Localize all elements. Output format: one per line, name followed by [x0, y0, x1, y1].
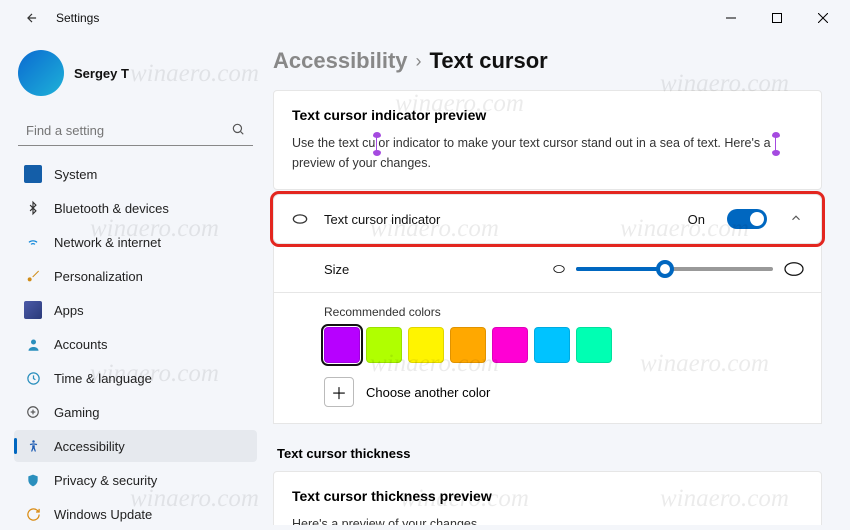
sidebar-item-accounts[interactable]: Accounts — [14, 328, 257, 360]
sidebar-item-accessibility[interactable]: Accessibility — [14, 430, 257, 462]
sidebar-item-personalization[interactable]: Personalization — [14, 260, 257, 292]
color-swatch-2[interactable] — [408, 327, 444, 363]
chevron-right-icon: › — [416, 51, 422, 72]
color-swatch-1[interactable] — [366, 327, 402, 363]
bluetooth-icon — [24, 199, 42, 217]
sidebar-item-gaming[interactable]: Gaming — [14, 396, 257, 428]
profile-block[interactable]: Sergey T — [14, 44, 257, 110]
search-icon — [231, 122, 245, 139]
color-swatch-5[interactable] — [534, 327, 570, 363]
sidebar-item-label: Time & language — [54, 371, 152, 386]
shield-icon — [24, 471, 42, 489]
text-cursor-indicator-icon — [775, 137, 776, 151]
apps-icon — [24, 301, 42, 319]
size-slider[interactable] — [576, 267, 773, 271]
thickness-heading: Text cursor thickness — [273, 424, 822, 471]
minimize-button[interactable] — [708, 2, 754, 34]
sidebar-item-label: Personalization — [54, 269, 143, 284]
accessibility-icon — [24, 437, 42, 455]
update-icon — [24, 505, 42, 523]
sidebar-item-privacy[interactable]: Privacy & security — [14, 464, 257, 496]
toggle-state-label: On — [688, 212, 705, 227]
sidebar-item-apps[interactable]: Apps — [14, 294, 257, 326]
size-small-icon — [552, 263, 566, 275]
recommended-colors-label: Recommended colors — [324, 305, 805, 319]
sidebar-item-system[interactable]: System — [14, 158, 257, 190]
sidebar-item-label: Accessibility — [54, 439, 125, 454]
person-icon — [24, 335, 42, 353]
color-swatch-3[interactable] — [450, 327, 486, 363]
text-cursor-indicator-icon — [376, 137, 377, 151]
text-cursor-indicator-row[interactable]: Text cursor indicator On — [273, 194, 822, 244]
choose-another-color-label: Choose another color — [366, 385, 490, 400]
maximize-button[interactable] — [754, 2, 800, 34]
sidebar-item-time[interactable]: Time & language — [14, 362, 257, 394]
profile-name: Sergey T — [74, 66, 129, 81]
breadcrumb-parent[interactable]: Accessibility — [273, 48, 408, 74]
search-input[interactable] — [26, 123, 231, 138]
choose-another-color-button[interactable]: ＋ — [324, 377, 354, 407]
chevron-up-icon[interactable] — [789, 211, 805, 227]
color-swatch-0[interactable] — [324, 327, 360, 363]
breadcrumb-current: Text cursor — [430, 48, 548, 74]
preview-title: Text cursor indicator preview — [292, 107, 803, 123]
preview-card: Text cursor indicator preview Use the te… — [273, 90, 822, 190]
sidebar-item-label: Bluetooth & devices — [54, 201, 169, 216]
search-box[interactable] — [18, 116, 253, 146]
brush-icon — [24, 267, 42, 285]
wifi-icon — [24, 233, 42, 251]
globe-clock-icon — [24, 369, 42, 387]
system-icon — [24, 165, 42, 183]
color-swatch-4[interactable] — [492, 327, 528, 363]
back-button[interactable] — [20, 6, 44, 30]
thickness-preview-desc: Here's a preview of your changes. — [292, 514, 803, 525]
sidebar-item-label: Windows Update — [54, 507, 152, 522]
sidebar-item-label: Accounts — [54, 337, 107, 352]
avatar — [18, 50, 64, 96]
breadcrumb: Accessibility › Text cursor — [273, 36, 822, 90]
indicator-toggle[interactable] — [727, 209, 767, 229]
thickness-preview-card: Text cursor thickness preview Here's a p… — [273, 471, 822, 525]
recommended-colors-section: Recommended colors ＋ Choose another colo… — [273, 293, 822, 424]
preview-description: Use the text cuor indicator to make your… — [292, 133, 803, 173]
sidebar-item-network[interactable]: Network & internet — [14, 226, 257, 258]
color-swatch-6[interactable] — [576, 327, 612, 363]
sidebar-item-label: Privacy & security — [54, 473, 157, 488]
window-title: Settings — [56, 11, 99, 25]
size-row: Size — [273, 246, 822, 293]
slider-thumb[interactable] — [656, 260, 674, 278]
sidebar-item-label: System — [54, 167, 97, 182]
gamepad-icon — [24, 403, 42, 421]
cursor-indicator-icon — [290, 209, 310, 229]
sidebar: Sergey T System Bluetooth & devices Netw… — [0, 36, 265, 525]
size-label: Size — [324, 262, 534, 277]
main-content: Accessibility › Text cursor Text cursor … — [265, 36, 850, 525]
sidebar-item-update[interactable]: Windows Update — [14, 498, 257, 530]
size-large-icon — [783, 260, 805, 278]
sidebar-item-label: Gaming — [54, 405, 100, 420]
close-button[interactable] — [800, 2, 846, 34]
sidebar-item-label: Network & internet — [54, 235, 161, 250]
sidebar-item-label: Apps — [54, 303, 84, 318]
sidebar-item-bluetooth[interactable]: Bluetooth & devices — [14, 192, 257, 224]
indicator-label: Text cursor indicator — [324, 212, 674, 227]
thickness-preview-title: Text cursor thickness preview — [292, 488, 803, 504]
